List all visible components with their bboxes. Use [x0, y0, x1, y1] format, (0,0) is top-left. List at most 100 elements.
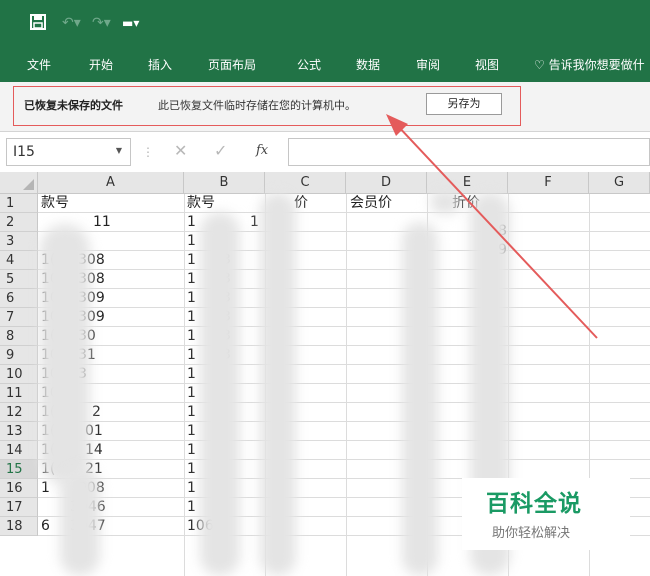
column-header-f[interactable]: F: [508, 172, 589, 194]
save-as-button[interactable]: 另存为: [426, 93, 502, 115]
tab-page-layout[interactable]: 页面布局: [208, 56, 256, 73]
row-header[interactable]: 6: [0, 289, 38, 308]
formula-input[interactable]: [288, 138, 650, 166]
tell-me-box[interactable]: ♡ 告诉我你想要做什: [534, 56, 645, 73]
lightbulb-icon: ♡: [534, 58, 545, 72]
tab-file[interactable]: 文件: [27, 56, 51, 73]
column-header-b[interactable]: B: [184, 172, 265, 194]
grid-line: [184, 194, 185, 576]
redo-icon[interactable]: ↷▾: [92, 14, 111, 32]
cell-b[interactable]: 1: [187, 498, 196, 517]
grid-line: [38, 402, 650, 403]
grid-line: [38, 383, 650, 384]
row-header[interactable]: 9: [0, 346, 38, 365]
grid-line: [38, 421, 650, 422]
row-header[interactable]: 2: [0, 213, 38, 232]
cancel-icon[interactable]: ✕: [174, 141, 187, 160]
customize-qat-icon[interactable]: ▬▾: [122, 14, 139, 32]
row-header[interactable]: 4: [0, 251, 38, 270]
more-options-icon: ⋮: [142, 145, 154, 159]
cell-b[interactable]: 1: [187, 289, 196, 308]
tab-view[interactable]: 视图: [475, 56, 499, 73]
cell-a1[interactable]: 款号: [41, 194, 69, 213]
cell-a[interactable]: 1: [41, 479, 50, 498]
watermark-subtitle: 助你轻松解决: [492, 526, 571, 541]
tab-data[interactable]: 数据: [356, 56, 380, 73]
recovered-file-message: 此已恢复文件临时存储在您的计算机中。: [158, 99, 356, 112]
row-header[interactable]: 3: [0, 232, 38, 251]
enter-icon[interactable]: ✓: [214, 141, 227, 160]
redaction-blur: [40, 224, 90, 484]
cell-b1[interactable]: 款号: [187, 194, 215, 213]
cell-b[interactable]: 1: [187, 232, 196, 251]
grid-line: [38, 345, 650, 346]
cell-d1[interactable]: 会员价: [350, 194, 392, 213]
name-box-value: I15: [13, 144, 35, 160]
cell-b[interactable]: 1: [187, 460, 196, 479]
title-bar: ↶▾ ↷▾ ▬▾: [0, 0, 650, 46]
redaction-blur: [200, 212, 240, 576]
cell-b[interactable]: 1: [187, 403, 196, 422]
cell-b[interactable]: 1: [187, 270, 196, 289]
grid-line: [38, 326, 650, 327]
undo-icon[interactable]: ↶▾: [62, 14, 81, 32]
tab-review[interactable]: 审阅: [416, 56, 440, 73]
cell-a[interactable]: 6: [41, 517, 50, 536]
row-header[interactable]: 18: [0, 517, 38, 536]
cell-b[interactable]: 1: [187, 422, 196, 441]
row-header[interactable]: 10: [0, 365, 38, 384]
tab-formulas[interactable]: 公式: [297, 56, 321, 73]
cell-b[interactable]: 1: [187, 479, 196, 498]
name-box[interactable]: I15 ▼: [6, 138, 131, 166]
cell-b[interactable]: 1: [187, 251, 196, 270]
row-header-selected[interactable]: 15: [0, 460, 38, 479]
grid-line: [38, 231, 650, 232]
grid-line: [38, 212, 650, 213]
grid-line: [38, 440, 650, 441]
watermark-title: 百科全说: [486, 491, 582, 517]
cell-a-value[interactable]: 11: [93, 213, 111, 232]
formula-bar: I15 ▼ ⋮ ✕ ✓ fx: [0, 132, 650, 172]
recovery-info-bar: 已恢复未保存的文件 此已恢复文件临时存储在您的计算机中。 另存为: [0, 82, 650, 132]
row-header[interactable]: 11: [0, 384, 38, 403]
cell-c1[interactable]: 价: [294, 194, 308, 213]
row-header[interactable]: 17: [0, 498, 38, 517]
column-header-a[interactable]: A: [38, 172, 184, 194]
recovered-file-title: 已恢复未保存的文件: [24, 99, 123, 112]
cell-b[interactable]: 1: [187, 365, 196, 384]
insert-function-icon[interactable]: fx: [256, 143, 268, 158]
cell-b[interactable]: 1: [187, 327, 196, 346]
grid-line: [38, 250, 650, 251]
cell-a-value[interactable]: 2: [92, 403, 101, 422]
grid-line: [38, 288, 650, 289]
save-icon[interactable]: [30, 14, 46, 34]
row-header[interactable]: 14: [0, 441, 38, 460]
grid-line: [38, 364, 650, 365]
grid-line: [38, 307, 650, 308]
grid-line: [38, 269, 650, 270]
column-header-c[interactable]: C: [265, 172, 346, 194]
row-header[interactable]: 1: [0, 194, 38, 213]
select-all-button[interactable]: [0, 172, 38, 194]
cell-b[interactable]: 1: [187, 441, 196, 460]
row-header[interactable]: 16: [0, 479, 38, 498]
cell-b[interactable]: 1: [187, 308, 196, 327]
cell-b[interactable]: 1: [187, 346, 196, 365]
chevron-down-icon[interactable]: ▼: [116, 146, 122, 155]
cell-b-value[interactable]: 1: [250, 213, 259, 232]
watermark: 百科全说 助你轻松解决: [462, 478, 630, 550]
tell-me-text: 告诉我你想要做什: [548, 58, 645, 72]
column-header-d[interactable]: D: [346, 172, 427, 194]
row-header[interactable]: 5: [0, 270, 38, 289]
grid-line: [38, 459, 650, 460]
row-header[interactable]: 7: [0, 308, 38, 327]
column-header-g[interactable]: G: [589, 172, 650, 194]
redaction-blur: [430, 190, 460, 214]
row-header[interactable]: 13: [0, 422, 38, 441]
cell-b[interactable]: 1: [187, 384, 196, 403]
tab-insert[interactable]: 插入: [148, 56, 172, 73]
tab-home[interactable]: 开始: [89, 56, 113, 73]
row-header[interactable]: 12: [0, 403, 38, 422]
row-header[interactable]: 8: [0, 327, 38, 346]
cell-b[interactable]: 1: [187, 213, 196, 232]
